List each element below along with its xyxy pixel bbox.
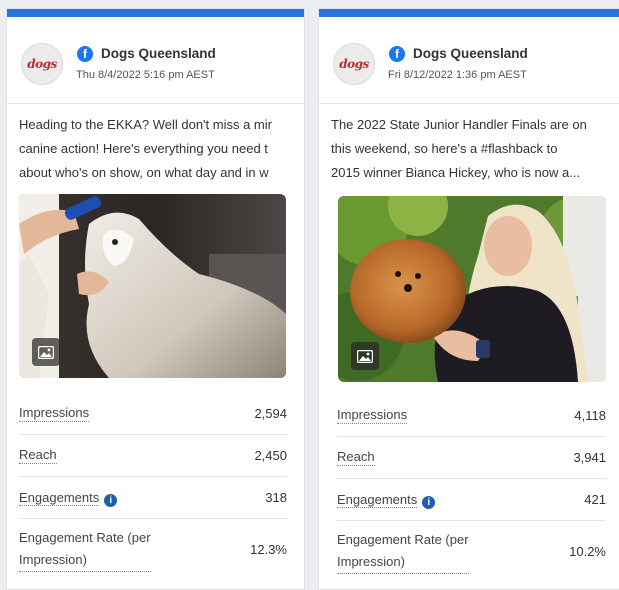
post-header: dogs f Dogs Queensland Thu 8/4/2022 5:16… [7, 17, 304, 104]
post-text-line: The 2022 State Junior Handler Finals are… [331, 117, 587, 132]
page-avatar[interactable]: dogs [21, 43, 63, 85]
metric-row-engagements: Engagements i 318 [19, 477, 287, 519]
post-metrics: Impressions 4,118 Reach 3,941 Engagement… [337, 395, 606, 581]
metric-row-engagements: Engagements i 421 [337, 479, 606, 521]
post-card[interactable]: dogs f Dogs Queensland Fri 8/12/2022 1:3… [318, 8, 619, 590]
metric-label-line: Engagement Rate (per [337, 531, 469, 547]
metric-label-wrap: Engagements i [337, 491, 436, 509]
metric-value: 2,450 [254, 448, 287, 463]
image-icon [351, 342, 379, 370]
post-text-line: this weekend, so here's a #flashback to [331, 141, 558, 156]
info-icon[interactable]: i [104, 493, 118, 507]
metric-row-reach: Reach 2,450 [19, 435, 287, 477]
metric-label[interactable]: Engagement Rate (per Impression) [19, 527, 151, 572]
metric-label[interactable]: Impressions [19, 405, 90, 422]
post-text: Heading to the EKKA? Well don't miss a m… [19, 113, 291, 185]
avatar-logo-text: dogs [27, 57, 57, 71]
metric-label[interactable]: Impressions [337, 407, 408, 424]
post-photo[interactable] [19, 194, 286, 378]
metric-row-reach: Reach 3,941 [337, 437, 606, 479]
post-text-line: about who's on show, on what day and in … [19, 165, 269, 180]
metric-value: 2,594 [254, 406, 287, 421]
metric-label[interactable]: Engagements [19, 489, 100, 506]
metric-row-impressions: Impressions 4,118 [337, 395, 606, 437]
metric-value: 4,118 [574, 408, 606, 423]
post-header: dogs f Dogs Queensland Fri 8/12/2022 1:3… [319, 17, 619, 104]
image-icon [32, 338, 60, 366]
metric-row-impressions: Impressions 2,594 [19, 393, 287, 435]
metric-label-line: Engagement Rate (per [19, 529, 151, 545]
page-name[interactable]: Dogs Queensland [101, 46, 216, 61]
metric-row-engagement-rate: Engagement Rate (per Impression) 10.2% [337, 521, 606, 581]
info-icon[interactable]: i [422, 495, 436, 509]
metric-label-line: Impression) [337, 553, 405, 569]
post-text-line: Heading to the EKKA? Well don't miss a m… [19, 117, 272, 132]
avatar-logo-text: dogs [339, 57, 369, 71]
card-accent-bar [7, 9, 304, 17]
metric-value: 318 [265, 490, 287, 505]
facebook-icon: f [389, 46, 405, 62]
metric-value: 3,941 [573, 450, 606, 465]
post-photo[interactable] [338, 196, 606, 382]
metric-label-wrap: Engagements i [19, 489, 118, 507]
post-date: Thu 8/4/2022 5:16 pm AEST [76, 69, 215, 81]
metric-value: 12.3% [250, 541, 287, 557]
card-accent-bar [319, 9, 619, 17]
post-text-line: canine action! Here's everything you nee… [19, 141, 268, 156]
page-name[interactable]: Dogs Queensland [413, 46, 528, 61]
facebook-icon: f [77, 46, 93, 62]
metric-label-line: Impression) [19, 551, 87, 567]
post-card[interactable]: dogs f Dogs Queensland Thu 8/4/2022 5:16… [6, 8, 305, 590]
metric-value: 10.2% [569, 543, 606, 559]
metric-value: 421 [584, 492, 606, 507]
page-avatar[interactable]: dogs [333, 43, 375, 85]
post-metrics: Impressions 2,594 Reach 2,450 Engagement… [19, 393, 287, 579]
post-date: Fri 8/12/2022 1:36 pm AEST [388, 69, 527, 81]
post-text-line: 2015 winner Bianca Hickey, who is now a.… [331, 165, 581, 180]
post-text: The 2022 State Junior Handler Finals are… [331, 113, 609, 185]
metric-label[interactable]: Engagement Rate (per Impression) [337, 529, 469, 574]
metric-label[interactable]: Reach [19, 447, 57, 464]
metric-label[interactable]: Reach [337, 449, 375, 466]
metric-label[interactable]: Engagements [337, 491, 418, 508]
metric-row-engagement-rate: Engagement Rate (per Impression) 12.3% [19, 519, 287, 579]
